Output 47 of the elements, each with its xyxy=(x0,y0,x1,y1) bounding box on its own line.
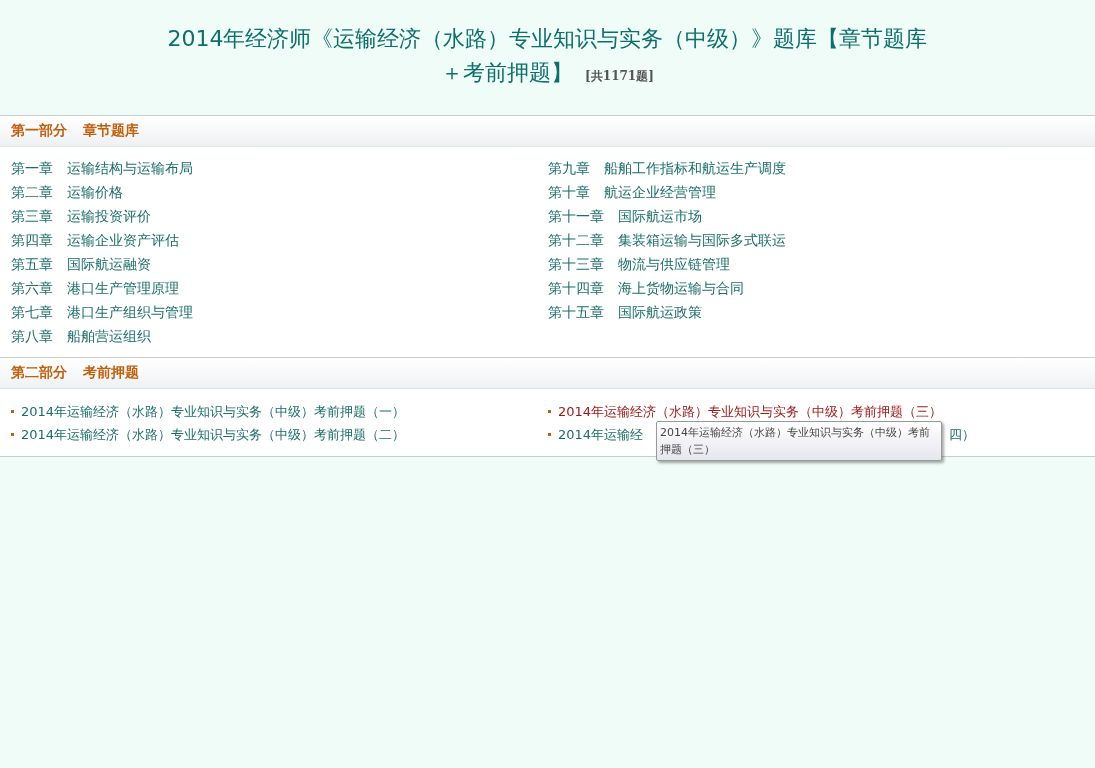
chapter-title[interactable]: 运输企业资产评估 xyxy=(67,232,179,250)
exam-link[interactable]: 2014年运输经济（水路）专业知识与实务（中级）考前押题（三） xyxy=(558,402,943,421)
chapter-number[interactable]: 第五章 xyxy=(11,256,53,274)
section-name: 章节题库 xyxy=(83,122,139,140)
chapter-title[interactable]: 集装箱运输与国际多式联运 xyxy=(618,232,786,250)
chapter-number[interactable]: 第十二章 xyxy=(548,232,604,250)
chapter-number[interactable]: 第十章 xyxy=(548,184,590,202)
chapter-number[interactable]: 第十四章 xyxy=(548,280,604,298)
exam-link[interactable]: 四） xyxy=(949,425,976,444)
chapter-title[interactable]: 港口生产组织与管理 xyxy=(67,304,193,322)
chapter-title[interactable]: 船舶工作指标和航运生产调度 xyxy=(604,160,786,178)
chapter-title[interactable]: 运输结构与运输布局 xyxy=(67,160,193,178)
chapter-title[interactable]: 国际航运政策 xyxy=(618,304,702,322)
chapter-title[interactable]: 港口生产管理原理 xyxy=(67,280,179,298)
chapter-number[interactable]: 第九章 xyxy=(548,160,590,178)
bullet-icon xyxy=(548,433,551,436)
chapter-title[interactable]: 运输投资评价 xyxy=(67,208,151,226)
chapter-number[interactable]: 第一章 xyxy=(11,160,53,178)
chapter-number[interactable]: 第三章 xyxy=(11,208,53,226)
chapter-title[interactable]: 船舶营运组织 xyxy=(67,328,151,346)
chapter-title[interactable]: 国际航运融资 xyxy=(67,256,151,274)
chapter-number[interactable]: 第十一章 xyxy=(548,208,604,226)
question-count: [共1171题] xyxy=(585,68,654,85)
exam-link[interactable]: 2014年运输经济（水路）专业知识与实务（中级）考前押题（二） xyxy=(21,425,406,444)
page-title: ＋考前押题】 xyxy=(441,59,574,87)
bullet-icon xyxy=(11,433,14,436)
exam-link[interactable]: 2014年运输经济（水路）专业知识与实务（中级）考前押题（一） xyxy=(21,402,406,421)
chapter-number[interactable]: 第六章 xyxy=(11,280,53,298)
page-title: 2014年经济师《运输经济（水路）专业知识与实务（中级）》题库【章节题库 xyxy=(167,25,928,53)
chapter-number[interactable]: 第十五章 xyxy=(548,304,604,322)
tooltip: 2014年运输经济（水路）专业知识与实务（中级）考前押题（三） xyxy=(656,421,942,461)
chapter-number[interactable]: 第四章 xyxy=(11,232,53,250)
exam-link[interactable]: 2014年运输经 xyxy=(558,425,644,444)
chapter-title[interactable]: 国际航运市场 xyxy=(618,208,702,226)
section-name: 考前押题 xyxy=(83,364,139,382)
chapter-title[interactable]: 运输价格 xyxy=(67,184,123,202)
chapter-title[interactable]: 海上货物运输与合同 xyxy=(618,280,744,298)
section-number: 第一部分 xyxy=(11,122,67,140)
chapter-title[interactable]: 物流与供应链管理 xyxy=(618,256,730,274)
bullet-icon xyxy=(11,410,14,413)
section-number: 第二部分 xyxy=(11,364,67,382)
bullet-icon xyxy=(548,410,551,413)
chapter-number[interactable]: 第十三章 xyxy=(548,256,604,274)
chapter-number[interactable]: 第八章 xyxy=(11,328,53,346)
chapter-title[interactable]: 航运企业经营管理 xyxy=(604,184,716,202)
chapter-number[interactable]: 第七章 xyxy=(11,304,53,322)
chapter-number[interactable]: 第二章 xyxy=(11,184,53,202)
